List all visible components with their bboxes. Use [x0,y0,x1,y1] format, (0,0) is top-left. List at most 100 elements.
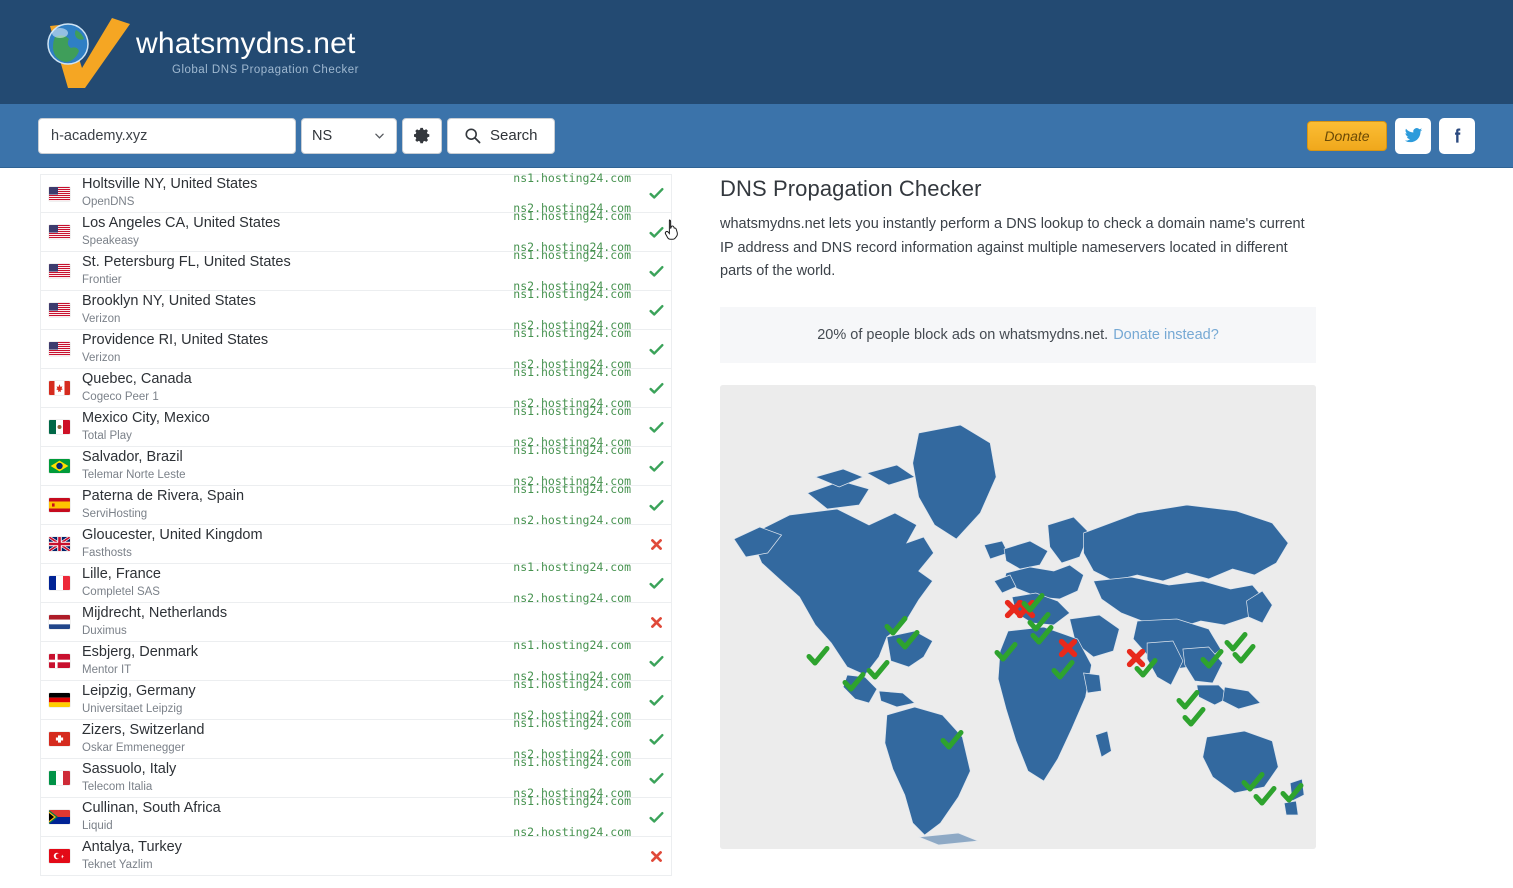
location-name: Los Angeles CA, United States [82,215,281,231]
location-name: Mexico City, Mexico [82,410,210,426]
flag-gb-icon [49,537,70,551]
nameserver-1: ns1.hosting24.com [513,482,631,497]
location-block: Antalya, Turkey Teknet Yazlim [82,840,501,872]
table-row[interactable]: Brooklyn NY, United States Verizon ns1.h… [40,287,672,332]
flag-za-icon [49,810,70,824]
table-row[interactable]: Antalya, Turkey Teknet Yazlim [40,837,672,876]
record-type-select[interactable]: NS [301,117,397,154]
info-panel: DNS Propagation Checker whatsmydns.net l… [672,168,1513,888]
facebook-share-button[interactable] [1439,117,1475,154]
table-row[interactable]: Sassuolo, Italy Telecom Italia ns1.hosti… [40,755,672,800]
flag-ca-icon [49,381,70,395]
table-row[interactable]: Holtsville NY, United States OpenDNS ns1… [40,170,672,215]
green-check-icon [648,382,664,394]
flag-us-icon [49,264,70,278]
map-marker-ok [1280,781,1304,805]
status-badge [641,732,671,747]
location-block: Zizers, Switzerland Oskar Emmenegger [82,723,501,755]
nameserver-1: ns1.hosting24.com [513,677,631,692]
status-badge [641,616,671,629]
twitter-share-button[interactable] [1395,117,1431,154]
site-logo[interactable]: whatsmydns.net Global DNS Propagation Ch… [38,8,359,96]
donate-button[interactable]: Donate [1307,120,1387,151]
table-row[interactable]: Providence RI, United States Verizon ns1… [40,326,672,371]
flag-dk-icon [49,654,70,668]
location-name: Cullinan, South Africa [82,800,221,816]
nameserver-1: ns1.hosting24.com [513,443,631,458]
flag-nl-icon [49,615,70,629]
globe-checkmark-logo-icon [38,12,134,92]
location-name: Antalya, Turkey [82,839,182,855]
status-badge [641,342,671,357]
green-check-icon [648,811,664,823]
location-isp: Telecom Italia [82,780,153,793]
green-check-icon [648,772,664,784]
nameserver-1: ns1.hosting24.com [513,170,631,185]
green-check-icon [648,343,664,355]
table-row[interactable]: Paterna de Rivera, Spain ServiHosting ns… [40,482,672,527]
ad-notice-text: 20% of people block ads on whatsmydns.ne… [817,326,1109,343]
search-button[interactable]: Search [447,117,555,154]
green-check-icon [648,733,664,745]
record-type-value: NS [312,127,333,144]
location-name: Salvador, Brazil [82,449,183,465]
green-check-icon [648,304,664,316]
page-body: Holtsville NY, United States OpenDNS ns1… [0,168,1513,888]
location-name: Esbjerg, Denmark [82,644,199,660]
table-row[interactable]: Gloucester, United Kingdom Fasthosts [40,525,672,564]
location-isp: Universitaet Leipzig [82,702,183,715]
nameserver-1: ns1.hosting24.com [513,716,631,731]
location-block: Los Angeles CA, United States Speakeasy [82,216,501,248]
table-row[interactable]: Quebec, Canada Cogeco Peer 1 ns1.hosting… [40,365,672,410]
location-name: Lille, France [82,566,161,582]
status-badge [641,810,671,825]
table-row[interactable]: Esbjerg, Denmark Mentor IT ns1.hosting24… [40,638,672,683]
status-badge [641,303,671,318]
search-toolbar: NS Search Donate [0,104,1513,168]
flag-it-icon [49,771,70,785]
donate-instead-link[interactable]: Donate instead? [1113,327,1219,343]
flag-tr-icon [49,849,70,863]
status-badge [641,225,671,240]
table-row[interactable]: Salvador, Brazil Telemar Norte Leste ns1… [40,443,672,488]
flag-us-icon [49,186,70,201]
world-map[interactable] [720,384,1316,849]
table-row[interactable]: Cullinan, South Africa Liquid ns1.hostin… [40,794,672,839]
table-row[interactable]: Lille, France Completel SAS ns1.hosting2… [40,560,672,605]
map-marker-ok [896,628,920,652]
nameserver-1: ns1.hosting24.com [513,755,631,770]
status-badge [641,576,671,591]
nameserver-values [501,848,641,863]
table-row[interactable]: St. Petersburg FL, United States Frontie… [40,248,672,293]
map-marker-ok [994,640,1018,664]
status-badge [641,538,671,551]
nameserver-1: ns1.hosting24.com [513,794,631,809]
location-name: Providence RI, United States [82,332,269,348]
status-badge [641,381,671,396]
table-row[interactable]: Mijdrecht, Netherlands Duximus [40,603,672,642]
page-title: DNS Propagation Checker [720,176,982,201]
table-row[interactable]: Mexico City, Mexico Total Play ns1.hosti… [40,404,672,449]
table-row[interactable]: Zizers, Switzerland Oskar Emmenegger ns1… [40,716,672,761]
location-name: Quebec, Canada [82,371,192,387]
map-marker-ok [806,644,830,668]
domain-input[interactable] [38,117,296,154]
nameserver-2: ns2.hosting24.com [513,590,631,605]
location-isp: ServiHosting [82,507,148,520]
red-cross-icon [650,616,662,628]
green-check-icon [648,187,664,199]
table-row[interactable]: Leipzig, Germany Universitaet Leipzig ns… [40,677,672,722]
table-row[interactable]: Los Angeles CA, United States Speakeasy … [40,209,672,254]
twitter-icon [1404,128,1422,143]
ad-block-notice: 20% of people block ads on whatsmydns.ne… [720,306,1316,363]
nameserver-1: ns1.hosting24.com [513,365,631,380]
flag-us-icon [49,303,70,317]
flag-ch-icon [49,732,70,746]
facebook-icon [1454,128,1460,143]
nameserver-1: ns1.hosting24.com [513,287,631,302]
settings-button[interactable] [402,117,442,154]
status-badge [641,498,671,513]
nameserver-2: ns2.hosting24.com [513,824,631,839]
location-block: Sassuolo, Italy Telecom Italia [82,762,501,794]
location-isp: Fasthosts [82,546,132,559]
